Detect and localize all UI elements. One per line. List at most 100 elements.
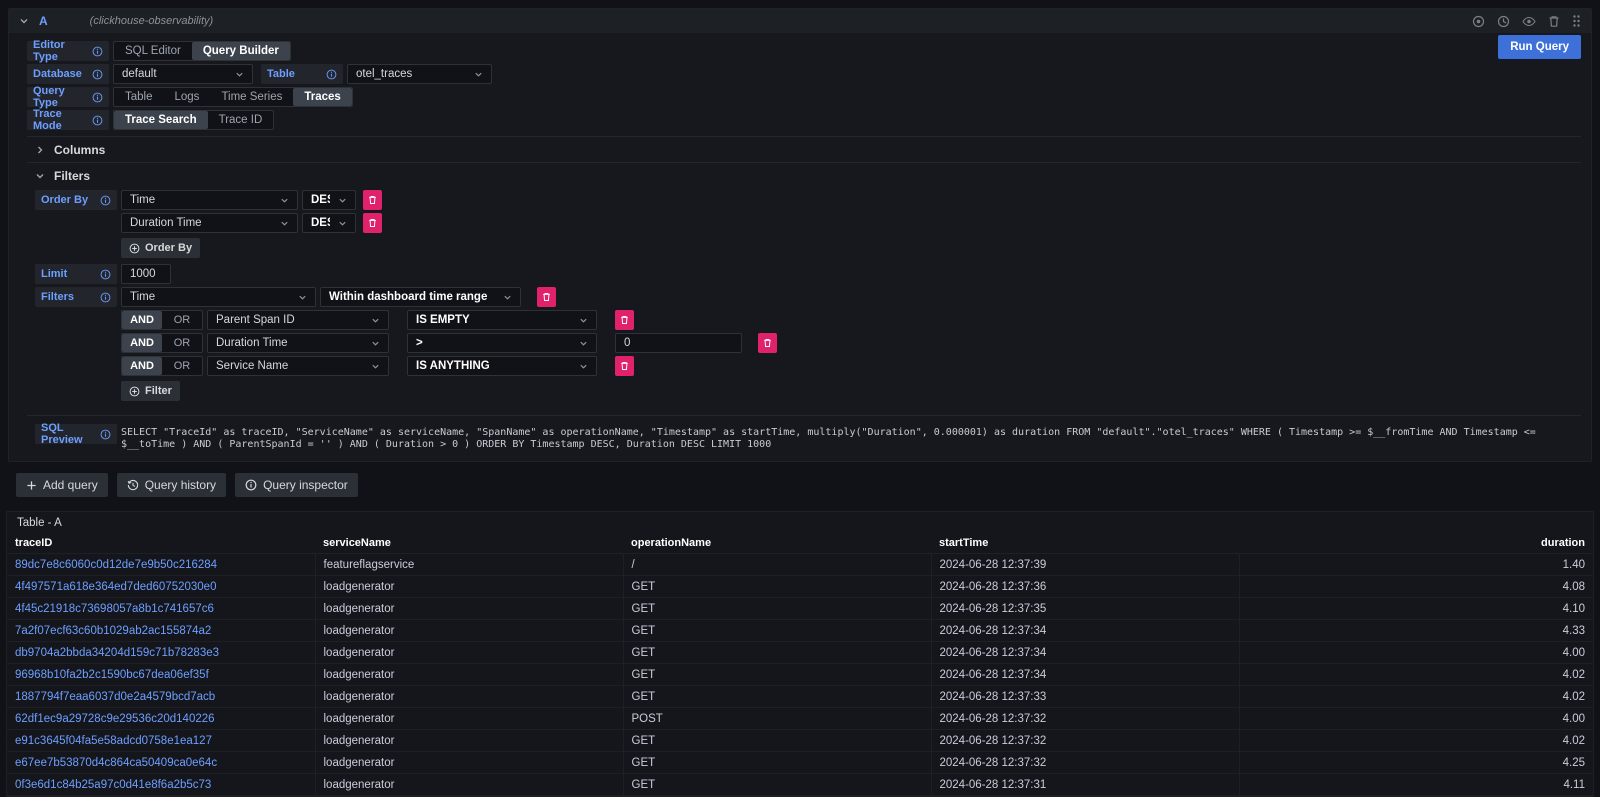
query-type-time-series[interactable]: Time Series (210, 88, 293, 106)
columns-section-header[interactable]: Columns (27, 136, 1581, 162)
filter-operator-select[interactable]: IS EMPTY (407, 310, 597, 330)
column-header-starttime[interactable]: startTime (931, 533, 1239, 554)
trace-id-cell[interactable]: db9704a2bbda34204d159c71b78283e3 (7, 642, 315, 664)
bool-and-button[interactable]: AND (122, 357, 162, 375)
filters-section-header[interactable]: Filters (27, 162, 1581, 188)
table-select[interactable]: otel_traces (347, 64, 492, 84)
trace-id-link[interactable]: 0f3e6d1c84b25a97c0d41e8f6a2b5c73 (15, 779, 211, 791)
remove-condition-button[interactable] (758, 333, 777, 353)
query-type-logs[interactable]: Logs (164, 88, 211, 106)
filter-operator-select[interactable]: IS ANYTHING (407, 356, 597, 376)
query-row-header[interactable]: A (clickhouse-observability) (9, 9, 1591, 33)
editor-type-sql-editor[interactable]: SQL Editor (114, 42, 192, 60)
trace-id-cell[interactable]: e91c3645f04fa5e58adcd0758e1ea127 (7, 730, 315, 752)
order-by-direction-select[interactable]: DESC (302, 213, 356, 233)
bool-and-button[interactable]: AND (122, 334, 162, 352)
start-time-cell: 2024-06-28 12:37:36 (931, 576, 1239, 598)
trace-id-link[interactable]: e91c3645f04fa5e58adcd0758e1ea127 (15, 735, 212, 747)
database-select[interactable]: default (113, 64, 253, 84)
filter-operator-select[interactable]: > (407, 333, 597, 353)
start-time-cell: 2024-06-28 12:37:33 (931, 686, 1239, 708)
trace-id-link[interactable]: 96968b10fa2b2c1590bc67dea06ef35f (15, 669, 209, 681)
info-icon[interactable] (92, 92, 103, 103)
run-query-button[interactable]: Run Query (1498, 35, 1581, 59)
filter-time-range-select[interactable]: Within dashboard time range (320, 287, 521, 307)
trace-id-link[interactable]: 4f45c21918c73698057a8b1c741657c6 (15, 603, 214, 615)
bool-and-button[interactable]: AND (122, 311, 162, 329)
order-by-direction-select[interactable]: DESC (302, 190, 356, 210)
info-icon[interactable] (326, 69, 337, 80)
trace-id-link[interactable]: e67ee7b53870d4c864ca50409ca0e64c (15, 757, 217, 769)
remove-condition-button[interactable] (615, 356, 634, 376)
limit-input[interactable] (121, 264, 171, 284)
trace-id-link[interactable]: 1887794f7eaa6037d0e2a4579bcd7acb (15, 691, 215, 703)
query-inspector-button[interactable]: Query inspector (235, 473, 358, 497)
trace-id-cell[interactable]: 96968b10fa2b2c1590bc67dea06ef35f (7, 664, 315, 686)
operation-name-cell: GET (623, 752, 931, 774)
duration-cell: 4.02 (1239, 730, 1593, 752)
remove-query-icon[interactable] (1548, 15, 1560, 28)
trace-id-cell[interactable]: 89dc7e8c6060c0d12de7e9b50c216284 (7, 554, 315, 576)
query-type-table[interactable]: Table (114, 88, 164, 106)
query-history-icon[interactable] (1497, 15, 1510, 28)
info-icon[interactable] (100, 195, 111, 206)
results-table-panel: Table - A traceID serviceName operationN… (6, 511, 1594, 797)
trace-id-link[interactable]: 89dc7e8c6060c0d12de7e9b50c216284 (15, 559, 217, 571)
info-icon[interactable] (92, 69, 103, 80)
add-query-button[interactable]: Add query (16, 473, 108, 497)
trace-id-link[interactable]: 62df1ec9a29728c9e29536c20d140226 (15, 713, 215, 725)
info-icon[interactable] (100, 429, 111, 440)
trace-id-cell[interactable]: 4f45c21918c73698057a8b1c741657c6 (7, 598, 315, 620)
add-order-by-button[interactable]: Order By (121, 238, 200, 258)
editor-type-toggle: SQL Editor Query Builder (113, 41, 291, 61)
trace-id-link[interactable]: db9704a2bbda34204d159c71b78283e3 (15, 647, 219, 659)
collapse-chevron-icon[interactable] (19, 16, 29, 26)
bool-or-button[interactable]: OR (162, 311, 202, 329)
filter-time-field-select[interactable]: Time (121, 287, 316, 307)
hide-response-icon[interactable] (1522, 15, 1536, 28)
column-header-operationname[interactable]: operationName (623, 533, 931, 554)
trace-id-cell[interactable]: 62df1ec9a29728c9e29536c20d140226 (7, 708, 315, 730)
editor-type-query-builder[interactable]: Query Builder (192, 42, 290, 60)
trace-mode-trace-id[interactable]: Trace ID (208, 111, 274, 129)
remove-filter-button[interactable] (537, 287, 556, 307)
trace-mode-trace-search[interactable]: Trace Search (114, 111, 208, 129)
filter-field-select[interactable]: Duration Time (207, 333, 389, 353)
bool-or-button[interactable]: OR (162, 357, 202, 375)
trace-id-cell[interactable]: 4f497571a618e364ed7ded60752030e0 (7, 576, 315, 598)
trace-id-cell[interactable]: 1887794f7eaa6037d0e2a4579bcd7acb (7, 686, 315, 708)
table-row: 4f45c21918c73698057a8b1c741657c6 loadgen… (7, 598, 1593, 620)
filter-field-select[interactable]: Parent Span ID (207, 310, 389, 330)
column-header-servicename[interactable]: serviceName (315, 533, 623, 554)
trace-id-cell[interactable]: e67ee7b53870d4c864ca50409ca0e64c (7, 752, 315, 774)
trace-id-cell[interactable]: 7a2f07ecf63c60b1029ab2ac155874a2 (7, 620, 315, 642)
add-filter-button[interactable]: Filter (121, 381, 180, 401)
duration-cell: 4.33 (1239, 620, 1593, 642)
service-name-cell: loadgenerator (315, 576, 623, 598)
info-icon[interactable] (92, 115, 103, 126)
duration-cell: 4.25 (1239, 752, 1593, 774)
trace-id-link[interactable]: 4f497571a618e364ed7ded60752030e0 (15, 581, 216, 593)
bool-or-button[interactable]: OR (162, 334, 202, 352)
order-by-field-select[interactable]: Time (121, 190, 298, 210)
info-icon[interactable] (92, 46, 103, 57)
drag-handle[interactable] (1572, 14, 1581, 28)
trace-id-link[interactable]: 7a2f07ecf63c60b1029ab2ac155874a2 (15, 625, 211, 637)
service-name-cell: loadgenerator (315, 620, 623, 642)
column-header-duration[interactable]: duration (1239, 533, 1593, 554)
table-row: 89dc7e8c6060c0d12de7e9b50c216284 feature… (7, 554, 1593, 576)
remove-order-by-button[interactable] (363, 190, 382, 210)
filter-value-input[interactable] (615, 333, 742, 353)
trace-id-cell[interactable]: 0f3e6d1c84b25a97c0d41e8f6a2b5c73 (7, 774, 315, 796)
column-header-traceid[interactable]: traceID (7, 533, 315, 554)
filter-field-select[interactable]: Service Name (207, 356, 389, 376)
duplicate-query-icon[interactable] (1472, 15, 1485, 28)
query-history-button[interactable]: Query history (117, 473, 226, 497)
remove-order-by-button[interactable] (363, 213, 382, 233)
order-by-field-select[interactable]: Duration Time (121, 213, 298, 233)
chevron-down-icon (371, 362, 380, 371)
remove-condition-button[interactable] (615, 310, 634, 330)
info-icon[interactable] (100, 269, 111, 280)
info-icon[interactable] (100, 292, 111, 303)
query-type-traces[interactable]: Traces (293, 88, 351, 106)
